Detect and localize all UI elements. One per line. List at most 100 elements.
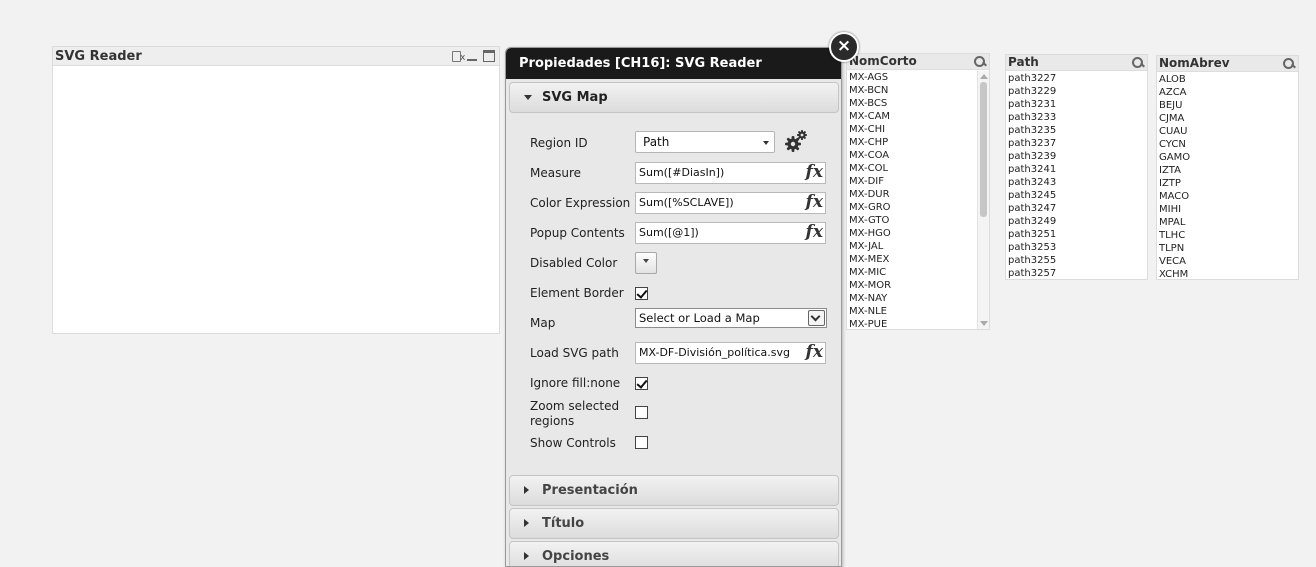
list-item[interactable]: MX-NAY: [849, 292, 989, 305]
dialog-header[interactable]: Propiedades [CH16]: SVG Reader: [506, 48, 841, 79]
listbox-nomcorto[interactable]: NomCorto MX-AGS MX-BCN MX-BCS MX-CAM MX-CHI M…: [846, 53, 990, 330]
element-border-label: Element Border: [530, 286, 624, 300]
list-item[interactable]: MX-HGO: [849, 227, 989, 240]
list-item[interactable]: path3243: [1008, 176, 1147, 189]
fx-icon[interactable]: fx: [806, 342, 823, 362]
section-svg-map[interactable]: SVG Map: [509, 82, 839, 113]
list-item[interactable]: MX-MEX: [849, 253, 989, 266]
maximize-icon[interactable]: [483, 50, 495, 62]
list-item[interactable]: MX-BCN: [849, 84, 989, 97]
section-presentacion[interactable]: Presentación: [509, 475, 839, 506]
list-item[interactable]: path3239: [1008, 150, 1147, 163]
search-icon[interactable]: [974, 56, 985, 67]
caret-down-icon: [524, 95, 532, 100]
list-item[interactable]: path3251: [1008, 228, 1147, 241]
list-item[interactable]: MX-COA: [849, 149, 989, 162]
show-controls-label: Show Controls: [530, 436, 616, 450]
svg-reader-caption[interactable]: SVG Reader: [53, 47, 499, 66]
list-item[interactable]: path3241: [1008, 163, 1147, 176]
list-item[interactable]: MX-NLE: [849, 305, 989, 318]
caret-right-icon: [524, 486, 529, 494]
list-item[interactable]: MX-MOR: [849, 279, 989, 292]
list-item[interactable]: MX-MIC: [849, 266, 989, 279]
list-item[interactable]: path3229: [1008, 85, 1147, 98]
region-id-select[interactable]: Path: [635, 131, 775, 153]
ignore-fill-checkbox[interactable]: [635, 377, 648, 390]
load-svg-path-label: Load SVG path: [530, 346, 619, 360]
list-item[interactable]: path3257: [1008, 267, 1147, 280]
list-item[interactable]: IZTP: [1159, 177, 1298, 190]
measure-input[interactable]: Sum([#DiasIn]) fx: [635, 162, 826, 184]
list-item[interactable]: path3227: [1008, 72, 1147, 85]
list-item[interactable]: path3235: [1008, 124, 1147, 137]
listbox-path[interactable]: Path path3227 path3229 path3231 path3233 pat…: [1005, 54, 1148, 280]
search-icon[interactable]: [1283, 58, 1294, 69]
fx-icon[interactable]: fx: [806, 222, 823, 242]
list-item[interactable]: MACO: [1159, 190, 1298, 203]
popup-contents-input[interactable]: Sum([@1]) fx: [635, 222, 826, 244]
color-expression-input[interactable]: Sum([%SCLAVE]) fx: [635, 192, 826, 214]
load-svg-path-input[interactable]: MX-DF-División_política.svg fx: [635, 342, 826, 364]
minimize-icon[interactable]: [466, 50, 478, 62]
svg-reader-title: SVG Reader: [55, 49, 142, 64]
zoom-selected-checkbox[interactable]: [635, 406, 648, 419]
fx-icon[interactable]: fx: [806, 162, 823, 182]
scrollbar-thumb[interactable]: [980, 82, 987, 217]
svg-reader-object[interactable]: SVG Reader: [52, 46, 500, 334]
section-titulo[interactable]: Título: [509, 508, 839, 539]
list-item[interactable]: path3245: [1008, 189, 1147, 202]
section-opciones[interactable]: Opciones: [509, 541, 839, 566]
element-border-checkbox[interactable]: [635, 287, 648, 300]
list-item[interactable]: path3253: [1008, 241, 1147, 254]
popup-contents-value: Sum([@1]): [639, 226, 699, 239]
list-item[interactable]: MIHI: [1159, 203, 1298, 216]
list-item[interactable]: path3247: [1008, 202, 1147, 215]
list-item[interactable]: MX-BCS: [849, 97, 989, 110]
gears-icon[interactable]: [783, 129, 809, 155]
scroll-up-icon[interactable]: [980, 74, 988, 79]
list-item[interactable]: MX-DIF: [849, 175, 989, 188]
list-item[interactable]: CJMA: [1159, 112, 1298, 125]
list-item[interactable]: MX-GTO: [849, 214, 989, 227]
list-item[interactable]: path3231: [1008, 98, 1147, 111]
list-item[interactable]: GAMO: [1159, 151, 1298, 164]
list-item[interactable]: MX-CHI: [849, 123, 989, 136]
list-item[interactable]: MX-DUR: [849, 188, 989, 201]
close-button[interactable]: ×: [829, 32, 859, 62]
list-item[interactable]: TLPN: [1159, 242, 1298, 255]
list-item[interactable]: MX-CAM: [849, 110, 989, 123]
list-item[interactable]: ALOB: [1159, 73, 1298, 86]
list-item[interactable]: MX-JAL: [849, 240, 989, 253]
dialog-title: Propiedades [CH16]: SVG Reader: [519, 56, 762, 71]
list-item[interactable]: path3237: [1008, 137, 1147, 150]
scrollbar[interactable]: [977, 71, 989, 329]
search-icon[interactable]: [1132, 57, 1143, 68]
list-item[interactable]: CYCN: [1159, 138, 1298, 151]
list-item[interactable]: MX-GRO: [849, 201, 989, 214]
map-select[interactable]: Select or Load a Map: [635, 308, 827, 328]
list-item[interactable]: TLHC: [1159, 229, 1298, 242]
list-item[interactable]: MX-COL: [849, 162, 989, 175]
fx-icon[interactable]: fx: [806, 192, 823, 212]
clear-selection-icon[interactable]: [452, 50, 465, 63]
list-item[interactable]: VECA: [1159, 255, 1298, 268]
chevron-down-icon[interactable]: [808, 310, 825, 326]
list-item[interactable]: MPAL: [1159, 216, 1298, 229]
list-item[interactable]: path3255: [1008, 254, 1147, 267]
list-item[interactable]: CUAU: [1159, 125, 1298, 138]
list-item[interactable]: MX-AGS: [849, 71, 989, 84]
list-item[interactable]: MX-CHP: [849, 136, 989, 149]
list-item[interactable]: BEJU: [1159, 99, 1298, 112]
listbox-items: ALOB AZCA BEJU CJMA CUAU CYCN GAMO IZTA IZTP MACO…: [1157, 72, 1298, 281]
show-controls-checkbox[interactable]: [635, 436, 648, 449]
disabled-color-picker[interactable]: [635, 252, 657, 274]
scroll-down-icon[interactable]: [980, 321, 988, 326]
list-item[interactable]: AZCA: [1159, 86, 1298, 99]
list-item[interactable]: IZTA: [1159, 164, 1298, 177]
list-item[interactable]: MX-PUE: [849, 318, 989, 331]
listbox-nomabrev[interactable]: NomAbrev ALOB AZCA BEJU CJMA CUAU CYCN GAMO IZT…: [1156, 55, 1299, 280]
properties-dialog: Propiedades [CH16]: SVG Reader SVG Map R…: [505, 47, 842, 567]
list-item[interactable]: path3233: [1008, 111, 1147, 124]
list-item[interactable]: path3249: [1008, 215, 1147, 228]
list-item[interactable]: XCHM: [1159, 268, 1298, 281]
